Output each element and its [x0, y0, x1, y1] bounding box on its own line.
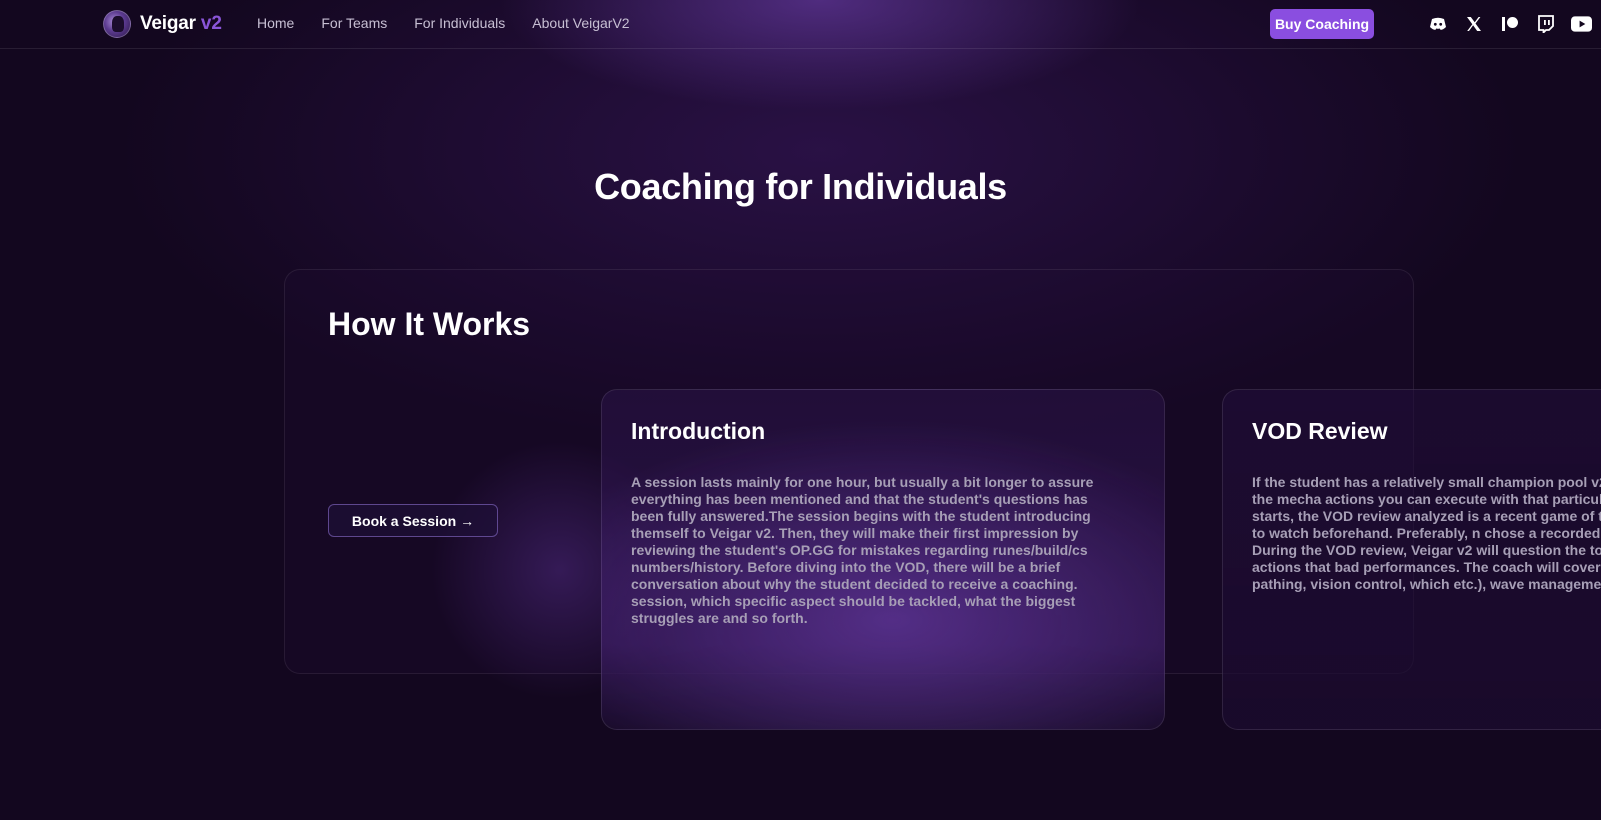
- nav-link-for-teams[interactable]: For Teams: [321, 15, 387, 31]
- nav-links: Home For Teams For Individuals About Vei…: [257, 15, 657, 31]
- twitch-icon[interactable]: [1535, 13, 1556, 34]
- logo[interactable]: Veigar v2: [103, 10, 222, 38]
- logo-version: v2: [200, 13, 222, 34]
- nav-link-about[interactable]: About VeigarV2: [532, 15, 629, 31]
- card-title: Introduction: [631, 418, 766, 444]
- top-navigation: Veigar v2 Home For Teams For Individuals…: [0, 0, 1601, 49]
- logo-avatar: [103, 10, 131, 38]
- x-icon[interactable]: [1463, 13, 1484, 34]
- card-introduction: Introduction A session lasts mainly for …: [601, 389, 1165, 730]
- nav-link-home[interactable]: Home: [257, 15, 294, 31]
- discord-icon[interactable]: [1427, 13, 1448, 34]
- logo-text: Veigar: [140, 13, 196, 34]
- page-title: Coaching for Individuals: [594, 166, 1007, 207]
- card-title: VOD Review: [1252, 418, 1388, 444]
- card-body: If the student has a relatively small ch…: [1252, 474, 1601, 592]
- nav-link-for-individuals[interactable]: For Individuals: [414, 15, 505, 31]
- youtube-icon[interactable]: [1571, 13, 1592, 34]
- book-session-button[interactable]: Book a Session →: [328, 504, 498, 537]
- card-body: A session lasts mainly for one hour, but…: [631, 474, 1094, 626]
- page: Veigar v2 Home For Teams For Individuals…: [0, 0, 1601, 820]
- card-vod-review: VOD Review If the student has a relative…: [1222, 389, 1601, 730]
- social-links: [1427, 13, 1592, 34]
- patreon-icon[interactable]: [1499, 13, 1520, 34]
- buy-coaching-button[interactable]: Buy Coaching: [1270, 9, 1374, 39]
- section-title: How It Works: [328, 306, 531, 342]
